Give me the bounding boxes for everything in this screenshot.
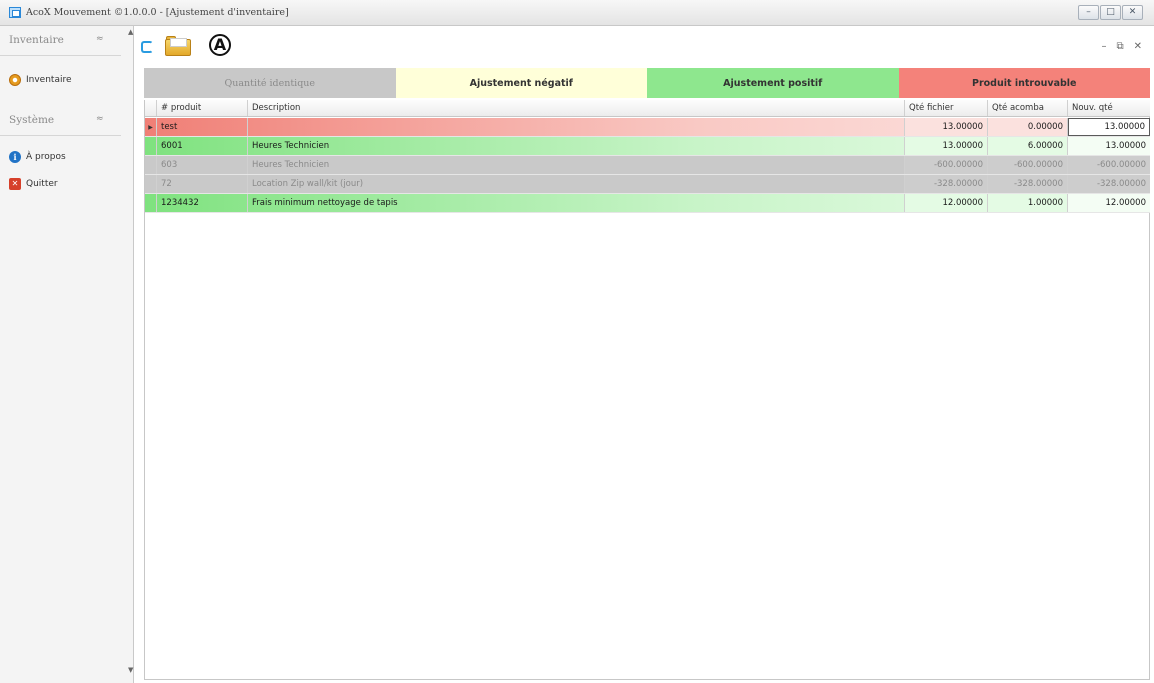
open-folder-icon[interactable]: [165, 36, 192, 56]
title-bar: AcoX Mouvement ©1.0.0.0 - [Ajustement d'…: [0, 0, 1154, 26]
cell-nouv-qte[interactable]: 12.00000: [1068, 194, 1150, 212]
nav-item-label: À propos: [26, 152, 66, 162]
cell-qte-acomba[interactable]: -328.00000: [988, 175, 1068, 193]
info-icon: i: [9, 151, 21, 163]
cell-produit[interactable]: test: [157, 118, 248, 136]
nav-group-inventaire[interactable]: Inventaire ≈: [0, 26, 121, 56]
cell-produit[interactable]: 6001: [157, 137, 248, 155]
collapse-icon[interactable]: ≈: [96, 114, 104, 124]
cell-qte-acomba[interactable]: 6.00000: [988, 137, 1068, 155]
inventory-grid: # produit Description Qté fichier Qté ac…: [144, 100, 1150, 680]
row-indicator: [145, 194, 157, 212]
nav-group-title: Inventaire: [9, 34, 64, 46]
legend-ajustement-positif: Ajustement positif: [647, 68, 899, 98]
cell-description[interactable]: Heures Technicien: [248, 137, 905, 155]
column-header-qte-fichier[interactable]: Qté fichier: [905, 100, 988, 116]
row-indicator-header: [145, 100, 157, 116]
cell-qte-acomba[interactable]: 0.00000: [988, 118, 1068, 136]
row-indicator: [145, 175, 157, 193]
table-row[interactable]: 72 Location Zip wall/kit (jour) -328.000…: [145, 175, 1150, 194]
app-icon: [9, 7, 21, 18]
toolbar: A – ⧉ ✕: [135, 26, 1154, 66]
column-header-description[interactable]: Description: [248, 100, 905, 116]
cell-qte-acomba[interactable]: -600.00000: [988, 156, 1068, 174]
navigation-pane: ▲ Inventaire ≈ Inventaire Système ≈ i À …: [0, 26, 134, 683]
nav-scroll-down-icon[interactable]: ▼: [128, 666, 133, 674]
cell-qte-fichier[interactable]: 13.00000: [905, 118, 988, 136]
nav-item-label: Quitter: [26, 179, 58, 189]
window-title: AcoX Mouvement ©1.0.0.0 - [Ajustement d'…: [26, 7, 289, 18]
table-row[interactable]: ▶ test 13.00000 0.00000 13.00000: [145, 118, 1150, 137]
nav-item-a-propos[interactable]: i À propos: [9, 148, 119, 166]
cell-qte-fichier[interactable]: -328.00000: [905, 175, 988, 193]
minimize-button[interactable]: –: [1078, 5, 1099, 20]
table-row[interactable]: 1234432 Frais minimum nettoyage de tapis…: [145, 194, 1150, 213]
legend-produit-introuvable: Produit introuvable: [898, 68, 1150, 98]
close-button[interactable]: ✕: [1122, 5, 1143, 20]
cell-nouv-qte[interactable]: -328.00000: [1068, 175, 1150, 193]
nav-scroll-up-icon[interactable]: ▲: [128, 28, 133, 36]
cell-qte-fichier[interactable]: -600.00000: [905, 156, 988, 174]
current-row-arrow-icon: ▶: [148, 123, 153, 131]
cell-produit[interactable]: 1234432: [157, 194, 248, 212]
legend-quantite-identique: Quantité identique: [144, 68, 396, 98]
mdi-minimize-button[interactable]: –: [1101, 41, 1106, 52]
cell-description[interactable]: Location Zip wall/kit (jour): [248, 175, 905, 193]
column-header-produit[interactable]: # produit: [157, 100, 248, 116]
cell-description[interactable]: [248, 118, 905, 136]
cell-nouv-qte[interactable]: -600.00000: [1068, 156, 1150, 174]
cell-nouv-qte[interactable]: 13.00000: [1068, 137, 1150, 155]
row-indicator: ▶: [145, 118, 157, 136]
nav-item-inventaire[interactable]: Inventaire: [9, 71, 119, 89]
nav-group-systeme[interactable]: Système ≈: [0, 106, 121, 136]
mdi-controls: – ⧉ ✕: [1101, 41, 1142, 52]
cell-produit[interactable]: 72: [157, 175, 248, 193]
nav-item-label: Inventaire: [26, 75, 72, 85]
status-legend: Quantité identique Ajustement négatif Aj…: [144, 68, 1150, 98]
cell-qte-fichier[interactable]: 12.00000: [905, 194, 988, 212]
gear-icon: [9, 74, 21, 86]
nav-item-quitter[interactable]: ✕ Quitter: [9, 175, 119, 193]
column-header-qte-acomba[interactable]: Qté acomba: [988, 100, 1068, 116]
exit-icon: ✕: [9, 178, 21, 190]
window-controls: – □ ✕: [1078, 5, 1143, 20]
legend-ajustement-negatif: Ajustement négatif: [395, 68, 647, 98]
table-row[interactable]: 6001 Heures Technicien 13.00000 6.00000 …: [145, 137, 1150, 156]
cell-produit[interactable]: 603: [157, 156, 248, 174]
grid-header: # produit Description Qté fichier Qté ac…: [145, 100, 1150, 117]
grid-bottom-border: [145, 679, 1150, 680]
anarchy-a-icon[interactable]: A: [209, 34, 231, 56]
cell-description[interactable]: Frais minimum nettoyage de tapis: [248, 194, 905, 212]
nav-group-title: Système: [9, 114, 55, 126]
refresh-icon[interactable]: [141, 41, 153, 53]
row-indicator: [145, 156, 157, 174]
row-indicator: [145, 137, 157, 155]
maximize-button[interactable]: □: [1100, 5, 1121, 20]
column-header-nouv-qte[interactable]: Nouv. qté: [1068, 100, 1150, 116]
table-row[interactable]: 603 Heures Technicien -600.00000 -600.00…: [145, 156, 1150, 175]
cell-qte-fichier[interactable]: 13.00000: [905, 137, 988, 155]
collapse-icon[interactable]: ≈: [96, 34, 104, 44]
mdi-close-button[interactable]: ✕: [1134, 41, 1142, 52]
cell-qte-acomba[interactable]: 1.00000: [988, 194, 1068, 212]
mdi-restore-button[interactable]: ⧉: [1116, 41, 1123, 52]
cell-description[interactable]: Heures Technicien: [248, 156, 905, 174]
cell-nouv-qte[interactable]: 13.00000: [1068, 118, 1150, 136]
